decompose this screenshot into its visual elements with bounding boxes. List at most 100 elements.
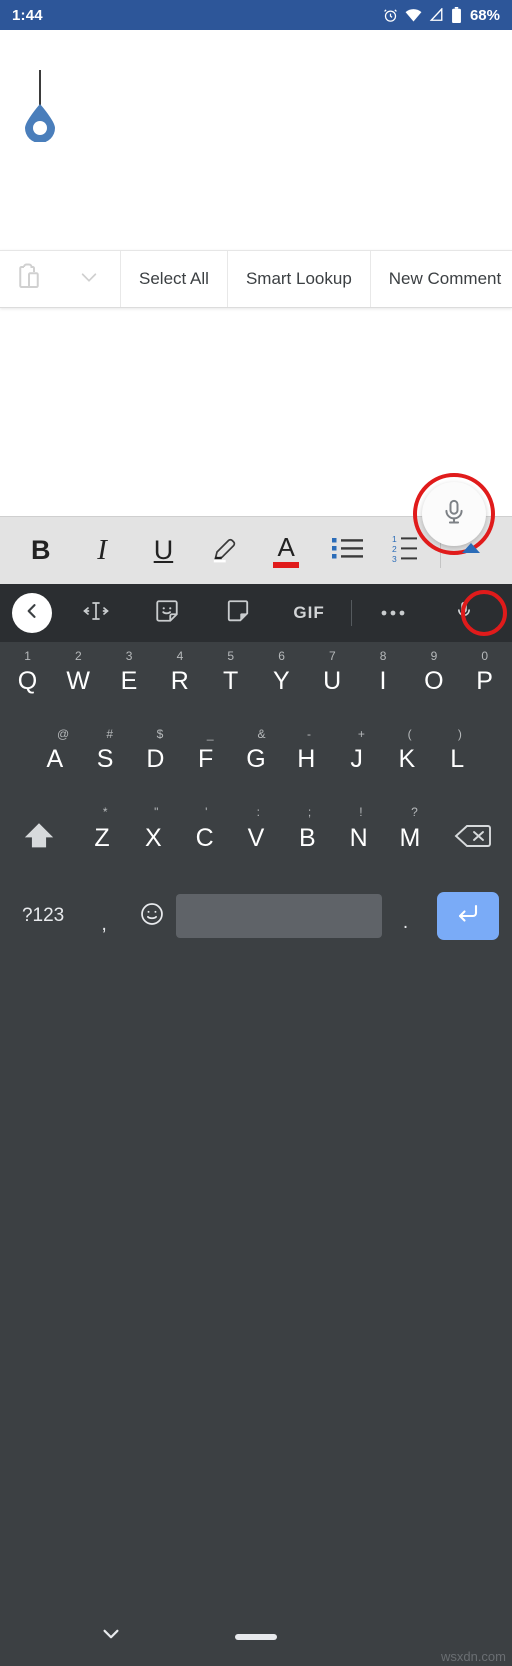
expand-toolbar-back-button[interactable] (12, 593, 52, 633)
key-z[interactable]: * Z (76, 798, 127, 878)
key-l[interactable]: ) L (432, 720, 482, 798)
keyboard-row-4[interactable]: ?123 , . (0, 878, 512, 954)
key-t-alt: 5 (227, 649, 235, 663)
font-color-letter: A (277, 531, 295, 562)
key-j-alt: + (357, 727, 365, 741)
backspace-icon (454, 822, 492, 855)
symbols-key[interactable]: ?123 (6, 878, 80, 954)
key-x[interactable]: " X (128, 798, 179, 878)
key-s[interactable]: # S (80, 720, 130, 798)
new-comment-button[interactable]: New Comment (371, 251, 512, 307)
key-e[interactable]: 3E (104, 642, 155, 720)
navigation-bar[interactable]: wsxdn.com (0, 1608, 512, 1666)
key-b-alt: ; (307, 805, 312, 819)
key-u[interactable]: 7U (307, 642, 358, 720)
more-options-button[interactable] (358, 584, 429, 642)
status-bar-clock: 1:44 (12, 6, 43, 24)
enter-return-icon (455, 903, 481, 930)
spacebar-surface[interactable] (175, 894, 382, 938)
text-selection-handle[interactable] (22, 102, 58, 143)
key-g[interactable]: & G (231, 720, 281, 798)
document-canvas[interactable]: Select All Smart Lookup New Comment (0, 30, 512, 555)
key-q[interactable]: 1Q (2, 642, 53, 720)
key-y[interactable]: 6Y (256, 642, 307, 720)
key-b[interactable]: ; B (282, 798, 333, 878)
hide-keyboard-button[interactable] (100, 1627, 122, 1648)
keyboard-row-1[interactable]: 1Q 2W 3E 4R 5T 6Y 7U 8I 9O 0P (0, 642, 512, 720)
expand-toolbar-button[interactable] (441, 517, 502, 584)
key-v[interactable]: :V (230, 798, 281, 878)
key-j-label: J (350, 744, 363, 773)
comma-key[interactable]: , (80, 878, 128, 954)
key-u-alt: 7 (328, 649, 336, 663)
key-d-alt: $ (156, 727, 164, 741)
numbered-list-icon: 1 2 3 (392, 534, 426, 567)
sticker-button[interactable] (131, 584, 202, 642)
paste-clipboard-icon (14, 262, 44, 297)
bullet-list-button[interactable] (317, 517, 378, 584)
font-color-button[interactable]: A (256, 517, 317, 584)
key-z-label: Z (94, 823, 110, 852)
key-p-label: P (476, 666, 493, 695)
key-m[interactable]: ? M (384, 798, 435, 878)
highlighter-button[interactable] (194, 517, 255, 584)
text-editing-button[interactable] (60, 584, 131, 642)
smart-lookup-button[interactable]: Smart Lookup (228, 251, 371, 307)
caret-up-icon (459, 540, 483, 561)
period-key-label: . (402, 912, 409, 933)
key-c[interactable]: ' C (179, 798, 230, 878)
italic-button[interactable]: I (71, 517, 132, 584)
keyboard-row-3[interactable]: * Z " X ' C :V ; B ! N ? M (0, 798, 512, 878)
space-key[interactable] (175, 894, 382, 938)
three-dots-icon (380, 604, 406, 622)
context-menu-overflow-button[interactable] (58, 251, 121, 307)
shift-key[interactable] (2, 798, 76, 878)
voice-input-button[interactable] (429, 584, 500, 642)
key-w-alt: 2 (75, 649, 82, 663)
key-c-alt: ' (205, 805, 208, 819)
on-screen-keyboard[interactable]: GIF 1Q 2W 3E 4R 5T 6Y 7U 8 I 9 O 0 P @ A… (0, 584, 512, 1608)
key-w[interactable]: 2W (53, 642, 104, 720)
keyboard-toolbar[interactable]: GIF (0, 584, 512, 642)
enter-key[interactable] (429, 892, 506, 940)
comma-key-label: , (101, 914, 107, 935)
key-p[interactable]: 0P (459, 642, 510, 720)
key-a[interactable]: @ A (30, 720, 80, 798)
key-k[interactable]: (K (382, 720, 432, 798)
home-gesture-pill[interactable] (235, 1634, 277, 1640)
key-o-alt: 9 (430, 649, 438, 663)
underline-button[interactable]: U (133, 517, 194, 584)
bold-button[interactable]: B (10, 517, 71, 584)
enter-key-surface[interactable] (436, 892, 499, 940)
key-r[interactable]: 4R (154, 642, 205, 720)
gif-button[interactable]: GIF (274, 584, 345, 642)
key-g-alt: & (257, 727, 266, 741)
key-t-label: T (222, 666, 239, 695)
shift-arrow-icon (22, 819, 56, 858)
key-j[interactable]: + J (331, 720, 381, 798)
emoji-key[interactable] (128, 878, 176, 954)
backspace-key[interactable] (436, 798, 510, 878)
key-d[interactable]: $ D (130, 720, 180, 798)
period-key[interactable]: . (382, 878, 430, 954)
key-i[interactable]: 8I (358, 642, 409, 720)
battery-percent: 68% (469, 6, 500, 24)
context-action-menu[interactable]: Select All Smart Lookup New Comment (0, 250, 512, 308)
key-i-label: I (379, 666, 387, 695)
paste-button[interactable] (0, 251, 58, 307)
key-u-label: U (323, 666, 342, 695)
key-h[interactable]: -H (281, 720, 331, 798)
alarm-icon (383, 8, 398, 23)
site-watermark: wsxdn.com (440, 1649, 506, 1664)
key-n[interactable]: ! N (333, 798, 384, 878)
translate-button[interactable] (202, 584, 273, 642)
format-toolbar[interactable]: B I U A 1 2 3 (0, 516, 512, 584)
select-all-button[interactable]: Select All (121, 251, 228, 307)
key-o[interactable]: 9O (408, 642, 459, 720)
key-l-label: L (450, 744, 465, 773)
key-t[interactable]: 5T (205, 642, 256, 720)
keyboard-row-2[interactable]: @ A # S $ D _ F & G -H + J (K ) L (0, 720, 512, 798)
emoji-smiley-icon (139, 901, 165, 932)
numbered-list-button[interactable]: 1 2 3 (378, 517, 439, 584)
key-f[interactable]: _ F (181, 720, 231, 798)
